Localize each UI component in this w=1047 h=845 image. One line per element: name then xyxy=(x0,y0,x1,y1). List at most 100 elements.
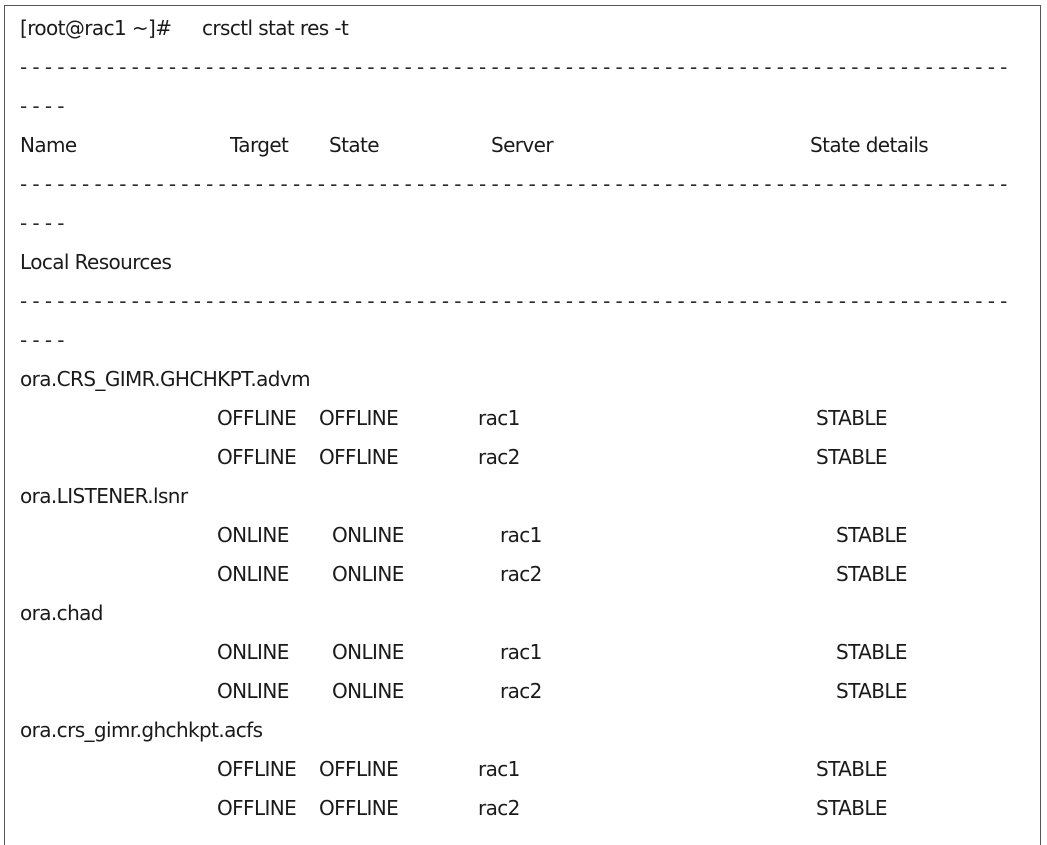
dash-char: - xyxy=(330,172,337,196)
dash-char: - xyxy=(665,289,672,313)
dash-char: - xyxy=(82,172,89,196)
dash-char: - xyxy=(863,172,871,196)
dash-char: - xyxy=(553,55,561,79)
dash-char: - xyxy=(193,289,201,313)
instance-server: rac1 xyxy=(500,523,542,547)
dash-char: - xyxy=(20,172,27,196)
dash-char: - xyxy=(950,289,958,313)
dash-char: - xyxy=(603,172,610,196)
dash-char: - xyxy=(20,94,27,118)
instance-state-details: STABLE xyxy=(836,523,908,547)
dash-char: - xyxy=(863,289,871,313)
dash-char: - xyxy=(44,211,52,235)
dash-char: - xyxy=(131,55,139,79)
dash-char: - xyxy=(243,172,250,196)
instance-server: rac1 xyxy=(500,640,542,664)
dash-char: - xyxy=(987,172,995,196)
dash-char: - xyxy=(57,94,64,118)
dash-char: - xyxy=(987,55,995,79)
dash-char: - xyxy=(94,172,102,196)
instance-target: ONLINE xyxy=(217,562,289,586)
dash-char: - xyxy=(975,55,982,79)
dash-char: - xyxy=(354,289,362,313)
dash-char: - xyxy=(94,289,102,313)
resource-name: ora.CRS_GIMR.GHCHKPT.advm xyxy=(20,367,311,391)
instance-server: rac2 xyxy=(500,562,542,586)
dash-char: - xyxy=(193,172,201,196)
dash-char: - xyxy=(181,172,188,196)
dash-char: - xyxy=(764,172,771,196)
dash-char: - xyxy=(243,55,250,79)
instance-server: rac1 xyxy=(478,406,520,430)
dash-char: - xyxy=(751,55,759,79)
dash-char: - xyxy=(702,55,709,79)
dash-char: - xyxy=(392,289,399,313)
dash-char: - xyxy=(156,172,164,196)
dash-char: - xyxy=(938,289,945,313)
dash-char: - xyxy=(627,172,635,196)
instance-state-details: STABLE xyxy=(836,640,908,664)
dash-char: - xyxy=(330,55,337,79)
dash-char: - xyxy=(342,55,350,79)
dash-char: - xyxy=(1000,55,1007,79)
dash-char: - xyxy=(789,289,796,313)
dash-char: - xyxy=(727,172,734,196)
dash-char: - xyxy=(578,172,585,196)
dash-char: - xyxy=(255,55,263,79)
dash-char: - xyxy=(615,55,623,79)
resource-name: ora.chad xyxy=(20,601,104,625)
instance-state: ONLINE xyxy=(332,679,404,703)
dash-char: - xyxy=(553,289,561,313)
dash-char: - xyxy=(826,172,834,196)
dash-char: - xyxy=(826,289,834,313)
dash-char: - xyxy=(975,289,982,313)
dash-char: - xyxy=(218,55,226,79)
dash-char: - xyxy=(441,172,449,196)
dash-char: - xyxy=(565,55,573,79)
dash-char: - xyxy=(528,55,536,79)
dash-char: - xyxy=(156,55,164,79)
resource-name: ora.crs_gimr.ghchkpt.acfs xyxy=(20,718,263,742)
dash-char: - xyxy=(863,55,871,79)
dash-char: - xyxy=(665,172,672,196)
dash-char: - xyxy=(20,328,27,352)
dash-char: - xyxy=(367,289,374,313)
dash-char: - xyxy=(181,55,188,79)
dash-char: - xyxy=(975,172,982,196)
dash-char: - xyxy=(342,289,350,313)
dash-char: - xyxy=(962,55,970,79)
dash-char: - xyxy=(280,172,288,196)
dash-char: - xyxy=(851,55,858,79)
dash-char: - xyxy=(615,289,623,313)
dash-char: - xyxy=(404,289,412,313)
dash-char: - xyxy=(590,289,598,313)
header-state: State xyxy=(329,133,380,157)
dash-char: - xyxy=(206,55,213,79)
dash-char: - xyxy=(528,172,536,196)
instance-state-details: STABLE xyxy=(836,562,908,586)
dash-char: - xyxy=(168,55,176,79)
dash-char: - xyxy=(57,55,64,79)
dash-char: - xyxy=(255,172,263,196)
dash-char: - xyxy=(429,172,437,196)
dash-char: - xyxy=(689,172,697,196)
dash-char: - xyxy=(69,172,77,196)
dash-char: - xyxy=(441,55,449,79)
dash-char: - xyxy=(1000,172,1007,196)
dash-char: - xyxy=(776,172,784,196)
instance-state-details: STABLE xyxy=(816,406,888,430)
dash-char: - xyxy=(379,172,387,196)
dash-char: - xyxy=(925,55,933,79)
instance-state-details: STABLE xyxy=(816,757,888,781)
dash-char: - xyxy=(392,55,399,79)
dash-char: - xyxy=(541,55,548,79)
dash-char: - xyxy=(218,289,226,313)
dash-char: - xyxy=(826,55,834,79)
dash-char: - xyxy=(913,55,920,79)
dash-char: - xyxy=(454,55,461,79)
dash-char: - xyxy=(57,328,64,352)
instance-state-details: STABLE xyxy=(836,679,908,703)
dash-char: - xyxy=(44,328,52,352)
dash-char: - xyxy=(801,55,809,79)
dash-char: - xyxy=(950,55,958,79)
